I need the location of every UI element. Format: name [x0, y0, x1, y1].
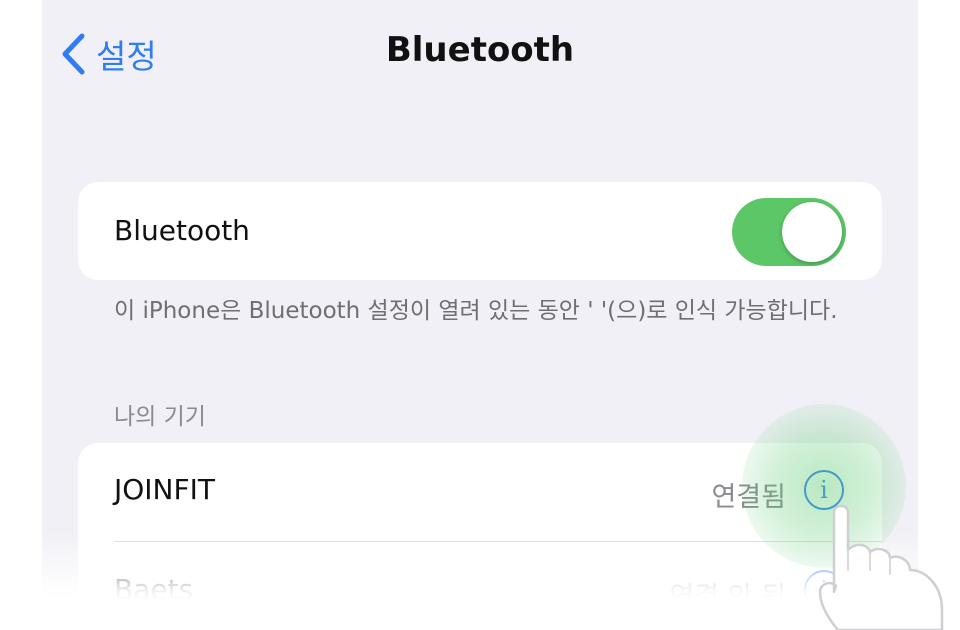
toggle-knob — [782, 202, 842, 262]
bluetooth-label: Bluetooth — [114, 214, 250, 247]
device-row-joinfit[interactable]: JOINFIT 연결됨 i — [78, 443, 882, 542]
info-circle-icon[interactable]: i — [804, 570, 844, 610]
my-devices-header: 나의 기기 — [114, 404, 206, 430]
page-title: Bluetooth — [385, 30, 575, 70]
device-name: Baets — [114, 573, 194, 606]
bluetooth-toggle[interactable] — [732, 198, 846, 266]
my-devices-list: JOINFIT 연결됨 i Baets 연결 안 됨 i — [78, 443, 882, 630]
device-status: 연결됨 — [711, 482, 786, 513]
device-name: JOINFIT — [114, 473, 215, 506]
info-circle-icon[interactable]: i — [804, 470, 844, 510]
device-status: 연결 안 됨 — [669, 582, 786, 613]
device-row-baets[interactable]: Baets 연결 안 됨 i — [78, 543, 882, 630]
settings-screen: 설정 Bluetooth Bluetooth 이 iPhone은 Bluetoo… — [42, 0, 918, 630]
navigation-bar: 설정 Bluetooth — [42, 0, 918, 110]
row-divider — [114, 541, 882, 542]
discoverable-footnote: 이 iPhone은 Bluetooth 설정이 열려 있는 동안 ' '(으)로… — [114, 298, 838, 324]
bluetooth-toggle-card: Bluetooth — [78, 182, 882, 280]
